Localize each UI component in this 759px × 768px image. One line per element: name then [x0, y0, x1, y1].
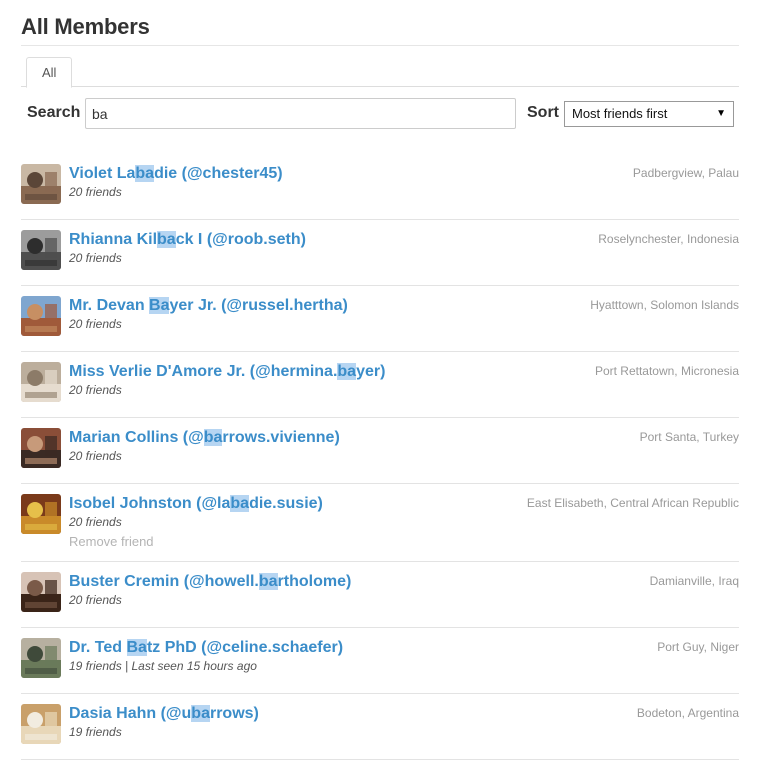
list-item: Isobel Johnston (@labadie.susie) 20 frien… — [21, 484, 739, 562]
list-item: Marian Collins (@barrows.vivienne) 20 fri… — [21, 418, 739, 484]
list-item: Miss Verlie D'Amore Jr. (@hermina.bayer)… — [21, 352, 739, 418]
friend-count: 20 friends — [69, 593, 122, 607]
member-location: Roselynchester, Indonesia — [598, 232, 739, 246]
member-name-link[interactable]: Miss Verlie D'Amore Jr. (@hermina.bayer) — [69, 363, 385, 381]
member-name-text: Buster Cremin (@howell. — [69, 573, 259, 590]
search-match-highlight: ba — [203, 429, 223, 446]
search-match-highlight: Ba — [149, 297, 170, 314]
member-name-text: Rhianna Kil — [69, 231, 158, 248]
sort-label: Sort — [527, 104, 559, 121]
member-location: Damianville, Iraq — [649, 574, 739, 588]
list-item: Dr. Ted Batz PhD (@celine.schaefer) 19 fr… — [21, 628, 739, 694]
member-name-link[interactable]: Mr. Devan Bayer Jr. (@russel.hertha) — [69, 297, 348, 315]
avatar[interactable] — [21, 164, 61, 204]
member-name-link[interactable]: Isobel Johnston (@labadie.susie) — [69, 495, 323, 513]
tab-all[interactable]: All — [26, 57, 73, 88]
friend-count: 20 friends — [69, 449, 122, 463]
tab-bar: All — [21, 57, 739, 88]
member-name-link[interactable]: Rhianna Kilback I (@roob.seth) — [69, 231, 306, 249]
member-name-link[interactable]: Dasia Hahn (@ubarrows) — [69, 705, 259, 723]
member-name-link[interactable]: Marian Collins (@barrows.vivienne) — [69, 429, 340, 447]
member-name-text: rrows) — [209, 705, 259, 722]
friend-count: 19 friends | Last seen 15 hours ago — [69, 659, 257, 673]
list-item: Dasia Hahn (@ubarrows) 19 friends Bodeton,… — [21, 694, 739, 760]
list-item: Buster Cremin (@howell.bartholome) 20 fri… — [21, 562, 739, 628]
member-name-text: Mr. Devan — [69, 297, 150, 314]
member-name-text: Marian Collins (@ — [69, 429, 204, 446]
member-location: East Elisabeth, Central African Republic — [526, 496, 739, 510]
member-name-text: Dr. Ted — [69, 639, 127, 656]
member-name-link[interactable]: Violet Labadie (@chester45) — [69, 165, 283, 183]
sort-selected-value: Most friends first — [572, 106, 668, 121]
avatar[interactable] — [21, 296, 61, 336]
member-name-text: Violet La — [69, 165, 136, 182]
member-name-link[interactable]: Dr. Ted Batz PhD (@celine.schaefer) — [69, 639, 343, 657]
search-label: Search — [27, 104, 81, 121]
remove-friend-link[interactable]: Remove friend — [69, 534, 154, 549]
list-item: Violet Labadie (@chester45) 20 friends Pad… — [21, 154, 739, 220]
search-match-highlight: ba — [157, 231, 176, 248]
member-location: Bodeton, Argentina — [636, 706, 739, 720]
member-name-text: yer Jr. (@russel.hertha) — [169, 297, 348, 314]
member-name-text: die (@chester45) — [154, 165, 283, 182]
friend-count: 20 friends — [69, 383, 122, 397]
avatar[interactable] — [21, 494, 61, 534]
friend-count: 20 friends — [69, 185, 122, 199]
member-name-text: yer) — [356, 363, 386, 380]
chevron-down-icon: ▼ — [716, 108, 726, 119]
member-name-text: tz PhD (@celine.schaefer) — [146, 639, 344, 656]
avatar[interactable] — [21, 230, 61, 270]
avatar[interactable] — [21, 704, 61, 744]
member-location: Hyatttown, Solomon Islands — [590, 298, 739, 312]
friend-count: 20 friends — [69, 515, 122, 529]
search-match-highlight: ba — [191, 705, 210, 722]
list-item: Mr. Devan Bayer Jr. (@russel.hertha) 20 f… — [21, 286, 739, 352]
search-match-highlight: Ba — [126, 639, 147, 656]
title-divider — [21, 45, 739, 46]
member-list: Violet Labadie (@chester45) 20 friends Pad… — [21, 154, 739, 760]
member-name-text: Miss Verlie D'Amore Jr. (@hermina. — [69, 363, 338, 380]
member-name-text: Isobel Johnston (@la — [69, 495, 231, 512]
member-location: Padbergview, Palau — [632, 166, 739, 180]
member-name-text: ck I (@roob.seth) — [175, 231, 306, 248]
member-location: Port Rettatown, Micronesia — [594, 364, 739, 378]
member-location: Port Guy, Niger — [657, 640, 739, 654]
member-name-text: die.susie) — [249, 495, 323, 512]
member-location: Port Santa, Turkey — [639, 430, 739, 444]
search-input[interactable] — [85, 98, 516, 129]
avatar[interactable] — [21, 428, 61, 468]
member-name-link[interactable]: Buster Cremin (@howell.bartholome) — [69, 573, 351, 591]
search-match-highlight: ba — [230, 495, 250, 512]
friend-count: 20 friends — [69, 317, 122, 331]
avatar[interactable] — [21, 572, 61, 612]
member-name-text: Dasia Hahn (@u — [69, 705, 192, 722]
search-match-highlight: ba — [258, 573, 278, 590]
list-item: Rhianna Kilback I (@roob.seth) 20 friends… — [21, 220, 739, 286]
page-title: All Members — [21, 14, 150, 39]
avatar[interactable] — [21, 362, 61, 402]
member-name-text: rrows.vivienne) — [222, 429, 340, 446]
sort-select[interactable]: Most friends first ▼ — [564, 101, 734, 127]
member-name-text: rtholome) — [277, 573, 352, 590]
search-match-highlight: ba — [135, 165, 155, 182]
avatar[interactable] — [21, 638, 61, 678]
friend-count: 20 friends — [69, 251, 122, 265]
search-match-highlight: ba — [337, 363, 357, 380]
friend-count: 19 friends — [69, 725, 122, 739]
